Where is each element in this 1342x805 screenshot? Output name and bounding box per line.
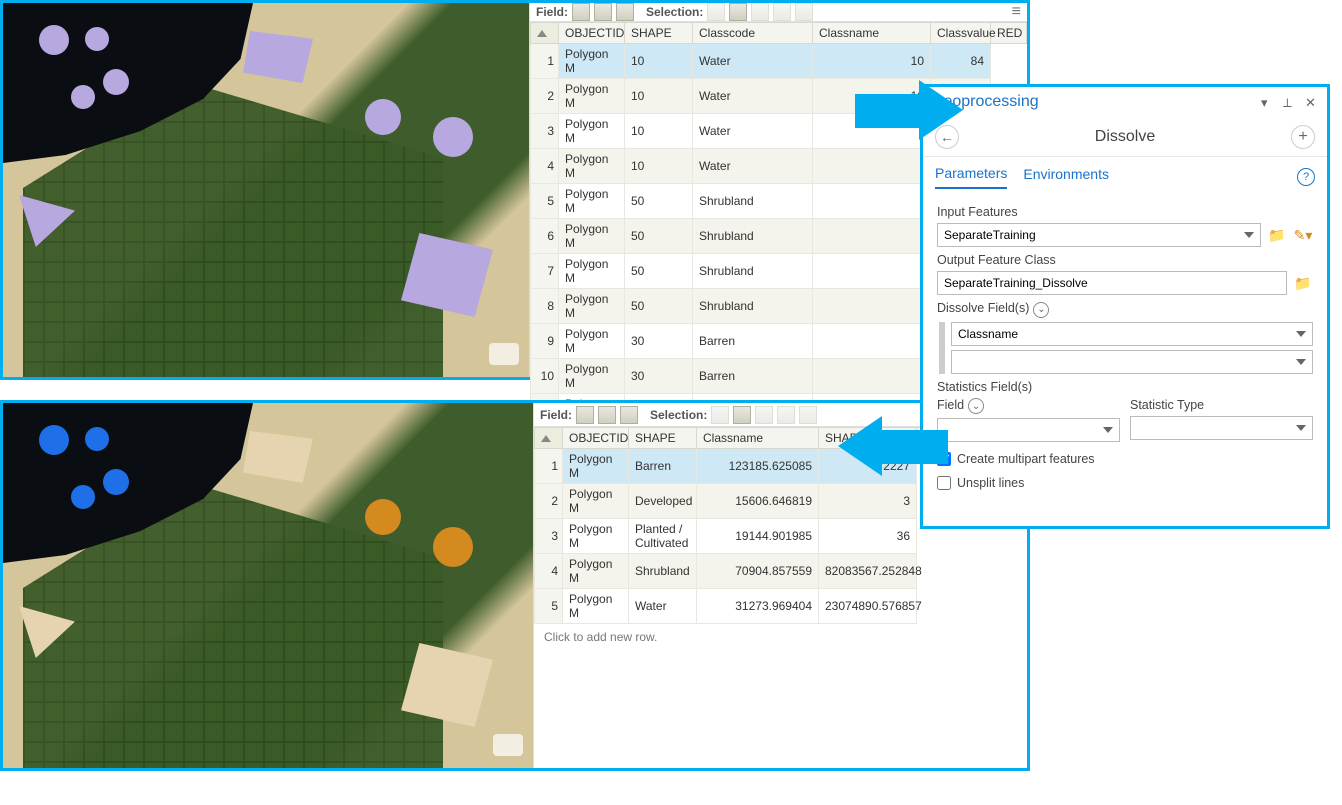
dissolve-field-select[interactable]: Classname	[951, 322, 1313, 346]
field-label: Field:	[536, 5, 568, 19]
map-navigator-icon[interactable]	[489, 343, 519, 365]
output-fc-label: Output Feature Class	[937, 253, 1313, 267]
training-sample[interactable]	[365, 99, 401, 135]
tab-environments[interactable]: Environments	[1023, 166, 1109, 188]
col-shape[interactable]: SHAPE	[625, 23, 693, 44]
training-sample[interactable]	[71, 485, 95, 509]
expand-icon[interactable]: ⌄	[1033, 302, 1049, 318]
field-add-icon[interactable]	[572, 3, 590, 21]
tool-title: Dissolve	[959, 128, 1291, 146]
training-sample[interactable]	[433, 527, 473, 567]
col-classcode[interactable]: Classcode	[693, 23, 813, 44]
input-features-select[interactable]: SeparateTraining	[937, 223, 1261, 247]
map-top[interactable]	[3, 3, 529, 377]
arrow-right	[855, 80, 965, 140]
training-sample[interactable]	[85, 427, 109, 451]
tool-body: Input Features SeparateTraining 📁 ✎▾ Out…	[923, 189, 1327, 500]
pin-icon[interactable]: ⟂	[1283, 95, 1297, 109]
multipart-checkbox[interactable]: Create multipart features	[937, 452, 1313, 466]
col-classname[interactable]: Classname	[813, 23, 931, 44]
training-sample[interactable]	[39, 425, 69, 455]
training-sample[interactable]	[365, 499, 401, 535]
autohide-icon[interactable]: ▾	[1261, 95, 1275, 109]
geoprocessing-pane: Geoprocessing ▾ ⟂ ✕ ← Dissolve + Paramet…	[920, 84, 1330, 529]
switch-selection-icon[interactable]	[729, 3, 747, 21]
dissolve-fields-list: Classname	[939, 322, 1313, 374]
tool-header: ← Dissolve +	[923, 117, 1327, 157]
selection-label: Selection:	[646, 5, 703, 19]
training-sample[interactable]	[71, 85, 95, 109]
add-favorite-button[interactable]: +	[1291, 125, 1315, 149]
row-selector-header[interactable]	[535, 428, 563, 449]
table-menu-icon[interactable]: ≡	[1012, 3, 1021, 21]
table-row[interactable]: 4Polygon MShrubland70904.85755982083567.…	[535, 554, 1027, 589]
training-sample[interactable]	[103, 469, 129, 495]
browse-icon[interactable]: 📁	[1267, 225, 1287, 245]
pane-title: Geoprocessing	[931, 93, 1253, 111]
expand-icon[interactable]: ⌄	[968, 398, 984, 414]
training-sample[interactable]	[433, 117, 473, 157]
delete-selection-icon[interactable]	[773, 3, 791, 21]
stat-type-select[interactable]	[1130, 416, 1313, 440]
help-icon[interactable]: ?	[1297, 168, 1315, 186]
add-row-hint[interactable]: Click to add new row.	[534, 624, 1027, 650]
browse-icon[interactable]: 📁	[1293, 273, 1313, 293]
table-toolbar: Field: Selection: ≡	[530, 3, 1027, 22]
field-add-icon[interactable]	[576, 406, 594, 424]
edit-icon[interactable]: ✎▾	[1293, 225, 1313, 245]
col-classvalue[interactable]: Classvalue	[931, 23, 991, 44]
col-objectid[interactable]: OBJECTID	[563, 428, 629, 449]
map-navigator-icon[interactable]	[493, 734, 523, 756]
output-fc-input[interactable]	[937, 271, 1287, 295]
select-by-attr-icon[interactable]	[707, 3, 725, 21]
dissolve-field-empty[interactable]	[951, 350, 1313, 374]
training-sample[interactable]	[103, 69, 129, 95]
unsplit-checkbox[interactable]: Unsplit lines	[937, 476, 1313, 490]
table-row[interactable]: 1Polygon M10Water1084	[531, 44, 1027, 79]
close-icon[interactable]: ✕	[1305, 95, 1319, 109]
field-delete-icon[interactable]	[594, 3, 612, 21]
field-calc-icon[interactable]	[616, 3, 634, 21]
arrow-left	[838, 416, 948, 476]
tool-tabs: Parameters Environments ?	[923, 157, 1327, 189]
stats-fields-label: Statistics Field(s)	[937, 380, 1313, 394]
col-objectid[interactable]: OBJECTID	[559, 23, 625, 44]
stat-field-label: Field⌄	[937, 398, 1120, 415]
field-delete-icon[interactable]	[598, 406, 616, 424]
map-bottom[interactable]	[3, 403, 533, 768]
clear-selection-icon[interactable]	[755, 406, 773, 424]
training-sample[interactable]	[85, 27, 109, 51]
input-features-label: Input Features	[937, 205, 1313, 219]
row-selector-header[interactable]	[531, 23, 559, 44]
unsplit-input[interactable]	[937, 476, 951, 490]
delete-selection-icon[interactable]	[777, 406, 795, 424]
table-row[interactable]: 5Polygon MWater31273.96940423074890.5768…	[535, 589, 1027, 624]
switch-selection-icon[interactable]	[733, 406, 751, 424]
training-sample[interactable]	[39, 25, 69, 55]
dissolve-fields-label: Dissolve Field(s)⌄	[937, 301, 1313, 318]
copy-selection-icon[interactable]	[795, 3, 813, 21]
col-shape[interactable]: SHAPE	[629, 428, 697, 449]
field-label: Field:	[540, 408, 572, 422]
select-by-attr-icon[interactable]	[711, 406, 729, 424]
col-classname[interactable]: Classname	[697, 428, 819, 449]
top-panel: Field: Selection: ≡ OBJECTID SHAPE Class…	[0, 0, 1030, 380]
tab-parameters[interactable]: Parameters	[935, 165, 1007, 189]
selection-label: Selection:	[650, 408, 707, 422]
stat-type-label: Statistic Type	[1130, 398, 1313, 412]
pane-titlebar: Geoprocessing ▾ ⟂ ✕	[923, 87, 1327, 117]
copy-selection-icon[interactable]	[799, 406, 817, 424]
clear-selection-icon[interactable]	[751, 3, 769, 21]
field-calc-icon[interactable]	[620, 406, 638, 424]
stat-field-select[interactable]	[937, 418, 1120, 442]
